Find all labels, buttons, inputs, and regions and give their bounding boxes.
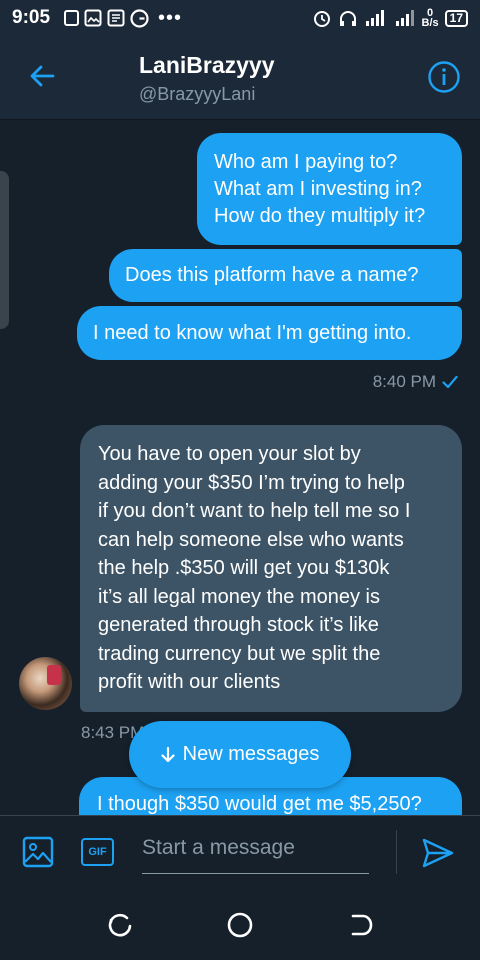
message-line: Who am I paying to? bbox=[214, 150, 398, 173]
conversation-header: LaniBrazyyy @BrazyyyLani bbox=[0, 36, 480, 120]
new-messages-button[interactable]: New messages bbox=[129, 721, 351, 788]
back-nav-icon[interactable] bbox=[347, 912, 373, 938]
composer-divider bbox=[396, 830, 397, 874]
message-line: generated through stock it’s like bbox=[98, 614, 379, 636]
status-bar: 9:05 ••• 0 B/s 17 bbox=[0, 0, 480, 36]
contact-name[interactable]: LaniBrazyyy bbox=[139, 52, 275, 79]
headphones-icon bbox=[339, 11, 356, 26]
contact-handle[interactable]: @BrazyyyLani bbox=[139, 84, 255, 105]
google-notification-icon bbox=[130, 8, 149, 28]
timestamp-text: 8:40 PM bbox=[372, 372, 436, 391]
arrow-down-icon bbox=[161, 746, 175, 762]
more-notifications-icon: ••• bbox=[158, 7, 183, 29]
message-line: What am I investing in? bbox=[214, 177, 422, 200]
gallery-notification-icon bbox=[84, 9, 102, 27]
notification-icons: ••• bbox=[64, 8, 182, 28]
system-icons: 0 B/s 17 bbox=[312, 8, 468, 29]
network-speed-unit: B/s bbox=[421, 17, 439, 29]
signal-icon-1 bbox=[365, 10, 384, 26]
network-speed: 0 B/s bbox=[421, 8, 439, 29]
outgoing-message[interactable]: Who am I paying to? What am I investing … bbox=[197, 133, 462, 245]
message-input[interactable]: Start a message bbox=[142, 830, 369, 874]
message-line: the help .$350 will get you $130k bbox=[98, 557, 390, 579]
message-line: You have to open your slot by bbox=[98, 443, 361, 465]
message-line: profit with our clients bbox=[98, 671, 281, 693]
message-list[interactable]: Who am I paying to? What am I investing … bbox=[0, 121, 480, 815]
message-composer: GIF Start a message bbox=[0, 815, 480, 888]
image-icon[interactable] bbox=[22, 836, 54, 868]
read-check-icon bbox=[442, 375, 458, 389]
home-icon[interactable] bbox=[227, 912, 253, 938]
outgoing-message[interactable]: I need to know what I'm getting into. bbox=[77, 306, 462, 360]
send-icon[interactable] bbox=[422, 838, 454, 868]
message-line: trading currency but we split the bbox=[98, 642, 381, 665]
message-timestamp: 8:40 PM bbox=[373, 372, 458, 392]
message-line: adding your $350 I’m trying to help bbox=[98, 471, 405, 494]
document-notification-icon bbox=[107, 9, 125, 27]
message-line: How do they multiply it? bbox=[214, 204, 426, 227]
system-nav-bar bbox=[0, 888, 480, 960]
message-text: I though $350 would get me $5,250? bbox=[97, 793, 422, 815]
info-icon[interactable] bbox=[427, 60, 461, 94]
recent-apps-icon[interactable] bbox=[107, 912, 133, 938]
scroll-indicator bbox=[0, 171, 9, 329]
status-time: 9:05 bbox=[12, 7, 51, 28]
message-line: it’s all legal money the money is bbox=[98, 585, 380, 608]
battery-indicator: 17 bbox=[444, 9, 468, 27]
outgoing-message[interactable]: Does this platform have a name? bbox=[109, 249, 462, 302]
new-messages-label: New messages bbox=[182, 743, 320, 765]
incoming-message[interactable]: You have to open your slot by adding you… bbox=[80, 425, 462, 712]
alarm-icon bbox=[313, 11, 330, 27]
message-text: Does this platform have a name? bbox=[125, 264, 419, 286]
signal-icon-2 bbox=[395, 10, 414, 26]
back-arrow-icon[interactable] bbox=[28, 62, 56, 90]
gif-icon[interactable]: GIF bbox=[81, 838, 114, 866]
message-line: can help someone else who wants bbox=[98, 528, 404, 551]
notification-icon bbox=[64, 10, 80, 26]
message-text: I need to know what I'm getting into. bbox=[93, 321, 412, 344]
message-line: if you don’t want to help tell me so I bbox=[98, 500, 411, 522]
contact-avatar[interactable] bbox=[19, 657, 72, 710]
